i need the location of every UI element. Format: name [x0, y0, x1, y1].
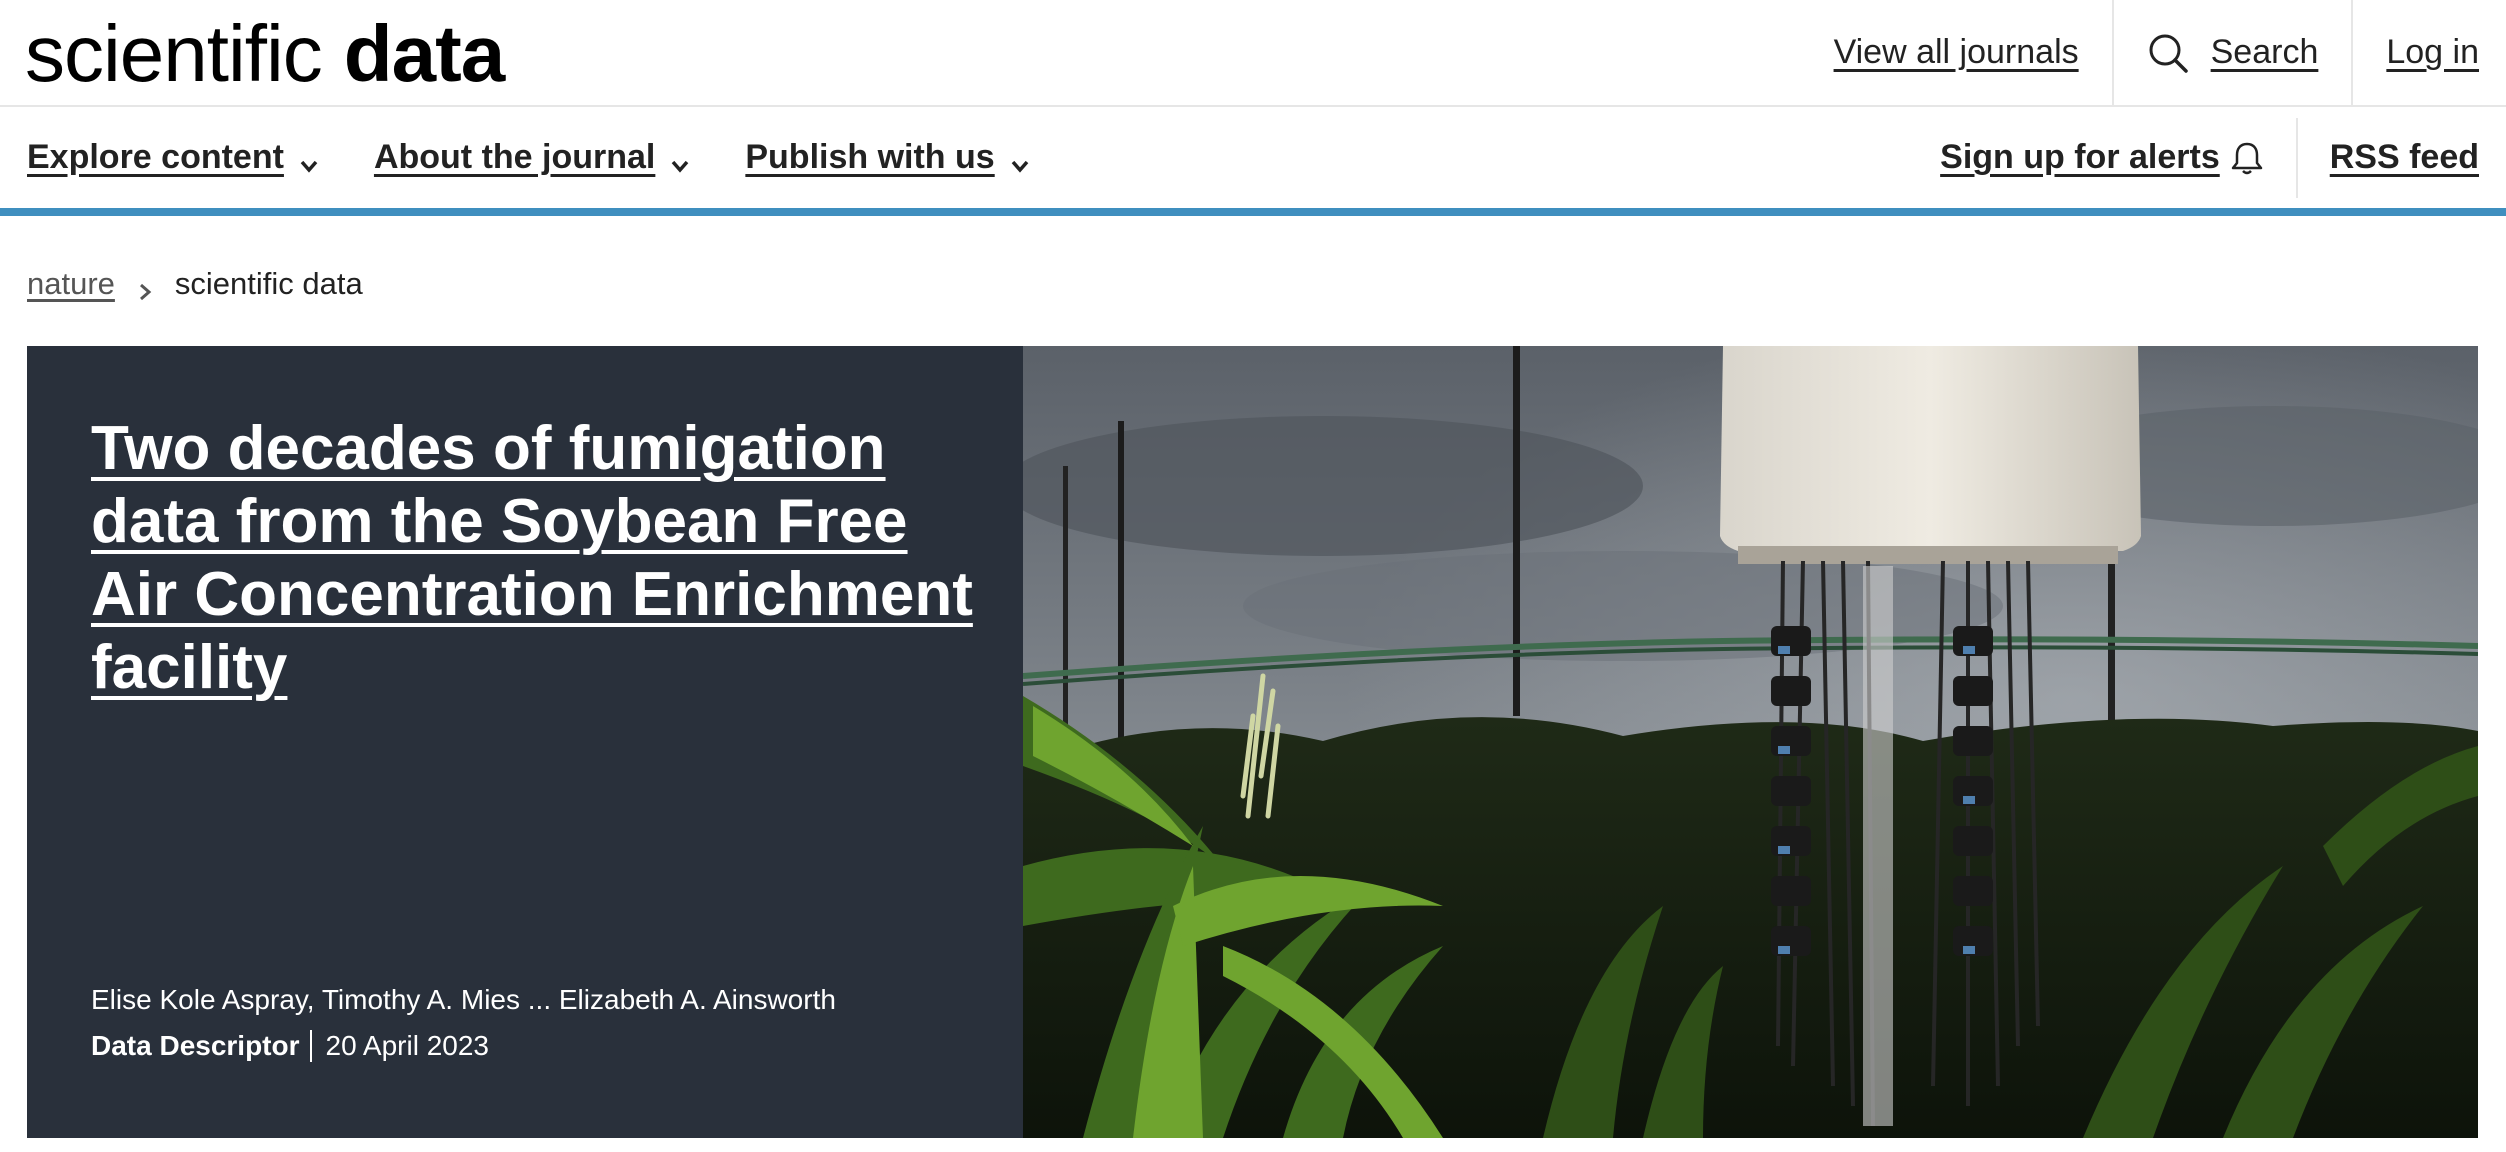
breadcrumb-current: scientific data	[174, 266, 363, 301]
featured-article-title[interactable]: Two decades of fumigation data from the …	[91, 412, 991, 704]
hero-text-panel: Two decades of fumigation data from the …	[27, 346, 1023, 1138]
nav-actions: Sign up for alerts RSS feed	[1940, 107, 2506, 208]
chevron-right-icon	[135, 274, 155, 301]
cornfield-sensor-photo	[1023, 346, 2478, 1138]
chevron-down-icon	[298, 147, 320, 173]
nav-publish-with-us[interactable]: Publish with us	[745, 138, 1030, 177]
journal-nav: Explore content About the journal Publis…	[0, 107, 2506, 216]
article-type: Data Descriptor	[91, 1030, 312, 1062]
sign-up-alerts-link[interactable]: Sign up for alerts	[1940, 138, 2296, 177]
chevron-down-icon	[669, 147, 691, 173]
nav-menu: Explore content About the journal Publis…	[27, 107, 1031, 208]
chevron-down-icon	[1009, 147, 1031, 173]
search-icon	[2147, 32, 2189, 74]
logo-text-light: scientific	[25, 9, 323, 98]
alerts-label: Sign up for alerts	[1940, 138, 2220, 176]
nav-item-label: Publish with us	[745, 138, 995, 176]
article-authors: Elise Kole Aspray, Timothy A. Mies ... E…	[91, 984, 836, 1015]
nav-item-label: Explore content	[27, 138, 284, 176]
article-meta: Data Descriptor 20 April 2023	[91, 1030, 489, 1062]
bell-icon	[2230, 140, 2264, 176]
hero-image	[1023, 346, 2478, 1138]
site-header: scientific data View all journals Search…	[0, 0, 2506, 107]
breadcrumb-nature-link[interactable]: nature	[27, 266, 115, 302]
breadcrumb: nature scientific data	[27, 266, 363, 302]
article-date: 20 April 2023	[325, 1030, 489, 1061]
search-label: Search	[2210, 33, 2319, 71]
nav-item-label: About the journal	[373, 138, 656, 176]
login-link[interactable]: Log in	[2353, 0, 2506, 105]
featured-article-hero: Two decades of fumigation data from the …	[27, 346, 2478, 1138]
rss-feed-link[interactable]: RSS feed	[2298, 138, 2506, 177]
view-all-journals-link[interactable]: View all journals	[1801, 0, 2112, 105]
nav-about-journal[interactable]: About the journal	[374, 138, 691, 177]
search-button[interactable]: Search	[2114, 0, 2352, 105]
header-links: View all journals Search Log in	[1801, 0, 2506, 105]
journal-logo[interactable]: scientific data	[25, 4, 505, 104]
logo-text-bold: data	[343, 9, 505, 98]
nav-explore-content[interactable]: Explore content	[27, 138, 320, 177]
